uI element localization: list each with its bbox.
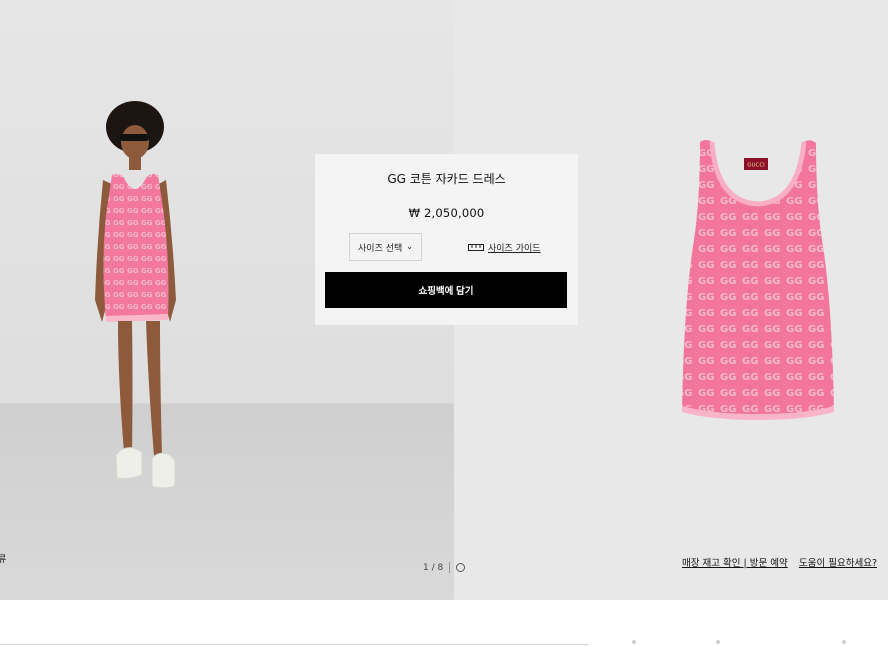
svg-text:GUCCI: GUCCI: [747, 163, 765, 169]
below-gallery-area: [0, 600, 888, 646]
pager-count: 1 / 8: [423, 562, 444, 573]
help-link[interactable]: 도움이 필요하세요?: [799, 555, 877, 569]
product-name: GG 코튼 자카드 드레스: [387, 172, 506, 186]
pager-divider: [449, 562, 451, 573]
add-to-bag-button[interactable]: 쇼핑백에 담기: [325, 272, 567, 308]
decor-dot: [716, 640, 720, 644]
gallery-pager: 1 / 8: [423, 562, 466, 573]
decor-dot: [842, 640, 846, 644]
decor-dot: [632, 640, 636, 644]
gallery-cut-text: 류: [0, 555, 7, 565]
product-price: ₩ 2,050,000: [408, 206, 485, 220]
chevron-down-icon: ⌄: [406, 242, 413, 251]
product-info-card: GG 코튼 자카드 드레스 ₩ 2,050,000 사이즈 선택 ⌄ 사이즈 가…: [315, 154, 578, 325]
size-select-dropdown[interactable]: 사이즈 선택 ⌄: [349, 233, 422, 261]
size-select-label: 사이즈 선택: [358, 243, 403, 254]
store-stock-link[interactable]: 매장 재고 확인 | 방문 예약: [682, 555, 788, 569]
size-guide-link[interactable]: 사이즈 가이드: [468, 241, 541, 254]
divider-line: [0, 644, 588, 645]
pager-circle-icon[interactable]: [456, 563, 466, 572]
ruler-icon: [468, 244, 484, 251]
size-guide-label: 사이즈 가이드: [488, 244, 541, 254]
